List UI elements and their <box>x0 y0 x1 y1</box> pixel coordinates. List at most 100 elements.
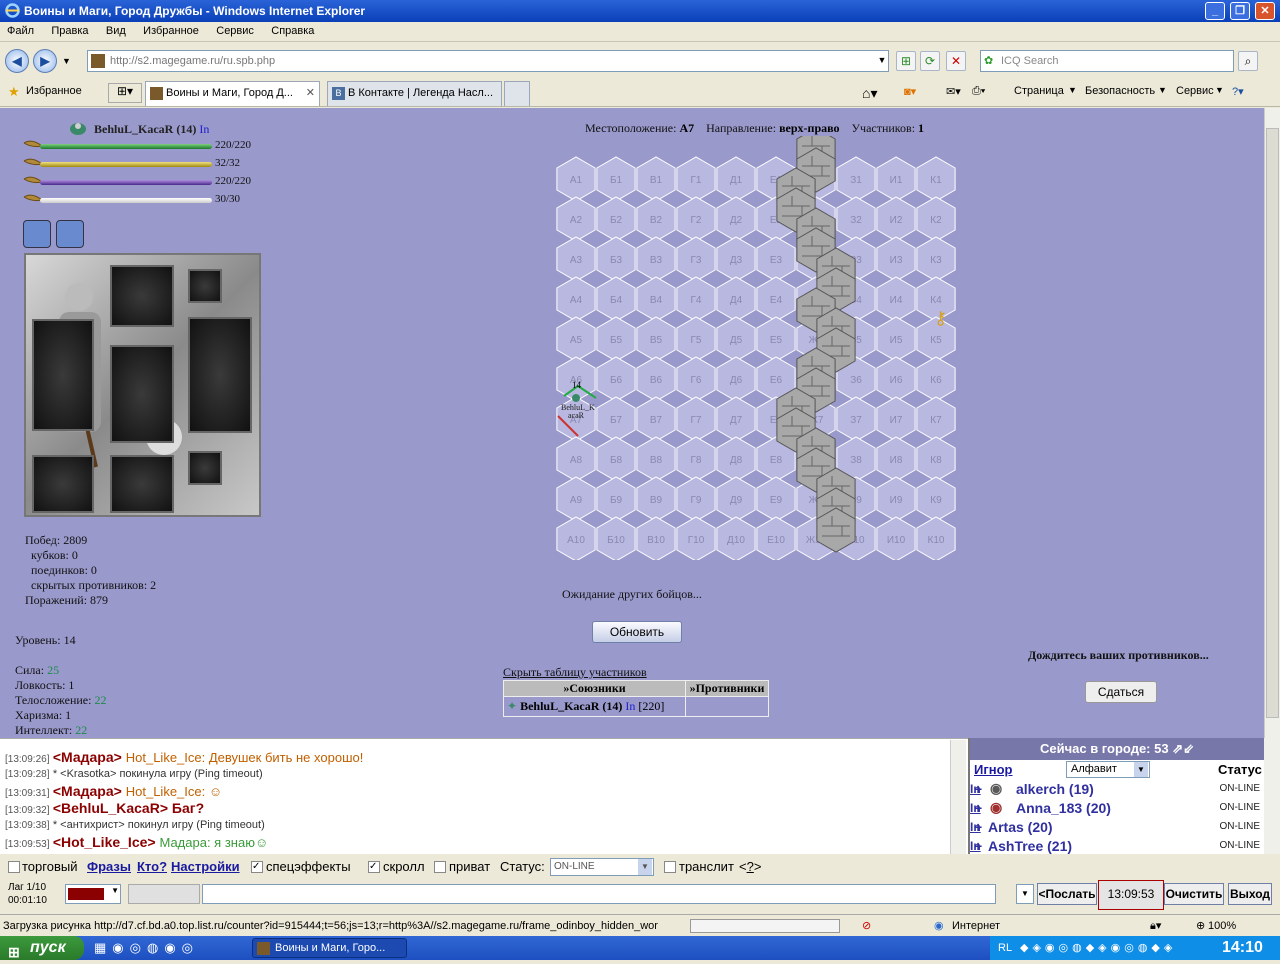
color-dropdown-icon[interactable]: ▼ <box>111 886 119 895</box>
stop-icon[interactable]: ✕ <box>946 51 966 71</box>
history-dropdown-icon-2[interactable]: ▼ <box>1016 884 1034 904</box>
zoom-icon[interactable]: ⊕ <box>1196 915 1205 937</box>
taskbar-window-button[interactable]: Воины и Маги, Горо... <box>252 938 407 958</box>
tray-icons[interactable]: ◆◈◉◎◍◆◈◉◎◍◆◈ <box>1020 936 1176 960</box>
online-user-row[interactable]: + Artas (20) In ON-LINE <box>970 818 1264 837</box>
boots-slot[interactable] <box>32 455 94 513</box>
online-user-row[interactable]: + ◉ Anna_183 (20) In ON-LINE <box>970 799 1264 818</box>
phrases-link[interactable]: Фразы <box>87 859 131 874</box>
home-icon[interactable]: ⌂▾ <box>862 85 877 102</box>
forward-button[interactable]: ▶ <box>33 49 57 73</box>
recipient-field[interactable] <box>128 884 200 904</box>
ring-slot[interactable] <box>188 451 222 485</box>
back-button[interactable]: ◀ <box>5 49 29 73</box>
sort-dropdown-icon[interactable]: ▼ <box>1134 762 1148 777</box>
maximize-button[interactable]: ❐ <box>1230 2 1250 20</box>
favorites-button[interactable]: Избранное <box>26 85 82 97</box>
game-scrollbar[interactable] <box>1264 108 1280 738</box>
minimize-button[interactable]: _ <box>1205 2 1225 20</box>
quick-tabs-icon[interactable]: ⊞▾ <box>108 83 142 103</box>
print-icon[interactable]: ⎙▾ <box>972 85 985 98</box>
user-name[interactable]: Artas (20) <box>988 819 1053 835</box>
chat-nick[interactable]: BehluL_KacaR <box>61 800 160 816</box>
tab-close-icon[interactable]: ✕ <box>306 82 315 105</box>
status-select[interactable]: ON-LINE ▼ <box>550 858 654 876</box>
exit-button[interactable]: Выход <box>1228 883 1272 905</box>
weapon-slot[interactable] <box>32 319 94 431</box>
expand-icon[interactable]: + <box>974 819 982 835</box>
new-tab-button[interactable] <box>504 81 530 106</box>
refresh-icon[interactable]: ⟳ <box>920 51 940 71</box>
help-icon[interactable]: ?▾ <box>1232 85 1244 98</box>
expand-icon[interactable]: + <box>974 838 982 854</box>
refresh-button[interactable]: Обновить <box>592 621 682 643</box>
url-dropdown-icon[interactable]: ▼ <box>872 51 892 71</box>
chat-nick[interactable]: Hot_Like_Ice <box>61 834 147 850</box>
menu-file[interactable]: Файл <box>0 22 41 40</box>
tab-vkontakte[interactable]: BВ Контакте | Легенда Насл... <box>327 81 502 106</box>
clear-button[interactable]: Очистить <box>1164 883 1224 905</box>
color-select[interactable]: ▼ <box>65 884 121 904</box>
scroll-checkbox[interactable]: ✓ <box>368 861 380 873</box>
search-button[interactable]: ⌕ <box>1238 51 1258 71</box>
user-name[interactable]: alkerch (19) <box>1016 781 1094 797</box>
chat-nick[interactable]: Мадара <box>61 749 114 765</box>
send-button[interactable]: <Послать <box>1037 883 1097 905</box>
online-user-row[interactable]: + ◉ alkerch (19) In ON-LINE <box>970 780 1264 799</box>
search-input[interactable]: ✿ ICQ Search <box>980 50 1234 72</box>
expand-icon[interactable]: + <box>974 800 982 816</box>
scroll-thumb[interactable] <box>1266 128 1279 718</box>
ally-info-link[interactable]: In <box>625 699 635 713</box>
menu-edit[interactable]: Правка <box>44 22 95 40</box>
quicklaunch-icons[interactable]: ▦◉◎◍◉◎ <box>94 940 199 956</box>
page-menu[interactable]: Страница <box>1014 85 1064 97</box>
trade-checkbox[interactable] <box>8 861 20 873</box>
hide-table-link[interactable]: Скрыть таблицу участников <box>503 665 647 680</box>
armor-slot[interactable] <box>110 345 174 443</box>
history-dropdown-icon[interactable]: ▼ <box>62 56 71 66</box>
shield-slot[interactable] <box>188 317 252 433</box>
who-link[interactable]: Кто? <box>137 859 167 874</box>
ignore-link[interactable]: Игнор <box>974 762 1013 777</box>
chat-scrollbar[interactable] <box>950 740 966 854</box>
translit-help-link[interactable]: <?> <box>739 859 761 874</box>
private-checkbox[interactable] <box>434 861 446 873</box>
sort-select[interactable]: Алфавит ▼ <box>1066 761 1150 778</box>
char-info-link[interactable]: In <box>199 122 209 136</box>
mail-icon[interactable]: ✉▾ <box>946 85 961 98</box>
menu-favorites[interactable]: Избранное <box>136 22 206 40</box>
popout-icon[interactable]: ⇗⇙ <box>1172 741 1194 756</box>
key-item-icon[interactable]: ⚷ <box>934 308 947 328</box>
start-button[interactable]: ⊞ пуск <box>0 936 84 960</box>
surrender-button[interactable]: Сдаться <box>1085 681 1157 703</box>
user-name[interactable]: Anna_183 (20) <box>1016 800 1111 816</box>
menu-help[interactable]: Справка <box>264 22 321 40</box>
compat-icon[interactable]: ⊞ <box>896 51 916 71</box>
menu-tools[interactable]: Сервис <box>209 22 261 40</box>
backpack-icon[interactable] <box>23 220 51 248</box>
url-field[interactable]: http://s2.magegame.ru/ru.spb.php <box>87 50 889 72</box>
zoom-level[interactable]: 100% <box>1208 915 1236 937</box>
menu-view[interactable]: Вид <box>99 22 133 40</box>
settings-link[interactable]: Настройки <box>171 859 240 874</box>
backpack-icon-2[interactable] <box>56 220 84 248</box>
language-indicator[interactable]: RL <box>998 936 1012 960</box>
safety-menu[interactable]: Безопасность <box>1085 85 1155 97</box>
chat-message-input[interactable] <box>202 884 996 904</box>
expand-icon[interactable]: + <box>974 781 982 797</box>
translit-checkbox[interactable] <box>664 861 676 873</box>
security-icon[interactable]: 🔒︎▾ <box>1150 915 1161 937</box>
helmet-slot[interactable] <box>110 265 174 327</box>
favorites-star-icon[interactable]: ★ <box>8 84 20 100</box>
effects-checkbox[interactable]: ✓ <box>251 861 263 873</box>
blocked-icon[interactable]: ⊘ <box>862 915 871 937</box>
close-button[interactable]: ✕ <box>1255 2 1275 20</box>
tools-menu[interactable]: Сервис <box>1176 85 1214 97</box>
feeds-icon[interactable]: ◙▾ <box>904 85 916 98</box>
chat-nick[interactable]: Мадара <box>61 783 114 799</box>
gloves-slot[interactable] <box>110 455 174 513</box>
user-name[interactable]: AshTree (21) <box>988 838 1072 854</box>
tab-game[interactable]: Воины и Маги, Город Д... ✕ <box>145 81 320 106</box>
online-user-row[interactable]: + AshTree (21) In ON-LINE <box>970 837 1264 854</box>
online-scrollbar[interactable] <box>1264 738 1280 854</box>
